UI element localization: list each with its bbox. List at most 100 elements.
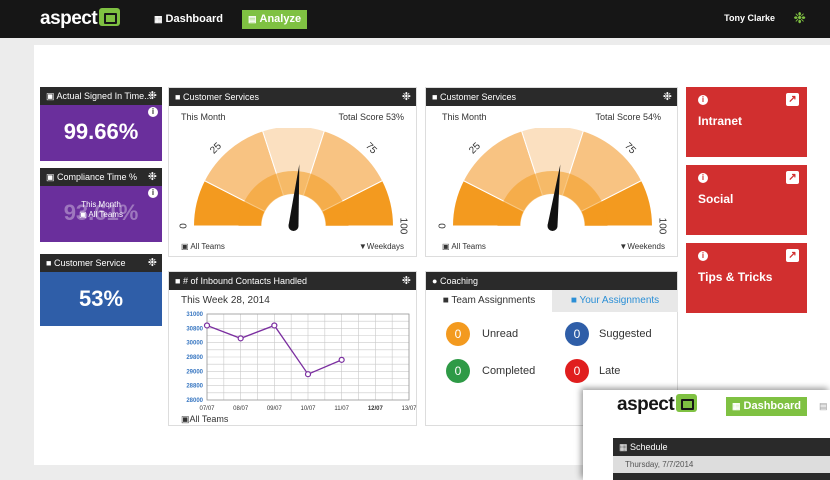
- gauge-needle-hub: [288, 221, 299, 231]
- gauge-total-score: Total Score 54%: [595, 112, 661, 122]
- gear-icon[interactable]: ❉: [402, 272, 411, 290]
- late-count[interactable]: 0: [565, 359, 589, 383]
- gear-icon[interactable]: ❉: [402, 88, 411, 106]
- kpi-customer-service[interactable]: ■ Customer Service ❉ 53%: [40, 254, 162, 326]
- tab-your-assignments[interactable]: ■ Your Assignments: [552, 290, 678, 312]
- x-tick-label: 13/07: [401, 406, 417, 412]
- completed-label[interactable]: Completed: [482, 365, 535, 377]
- kpi-value: 99.66%: [63, 119, 139, 144]
- info-icon[interactable]: i: [698, 173, 708, 183]
- gear-icon[interactable]: ❉: [663, 88, 672, 106]
- person-icon: ■: [46, 258, 52, 268]
- gauge-tile-2[interactable]: ■ Customer Services ❉ This Month Total Sc…: [425, 87, 678, 257]
- team-icon: ▣: [46, 91, 55, 101]
- y-tick-label: 31000: [186, 312, 203, 318]
- line-chart: 31000 30800 30000 29800 29000 28800 28000 07/07…: [186, 312, 417, 412]
- completed-count[interactable]: 0: [446, 359, 470, 383]
- data-point[interactable]: [237, 335, 244, 342]
- kpi-body: i 93.61% This Month ▣ All Teams: [40, 186, 162, 242]
- y-tick-label: 28000: [186, 398, 203, 404]
- overlay-window: aspect ▦ Dashboard ▤ ▦ Schedule Thursday,…: [583, 390, 830, 480]
- team-icon: ▣: [46, 172, 55, 182]
- kpi-overlay-period: This Month: [81, 200, 121, 209]
- info-icon[interactable]: i: [148, 188, 158, 198]
- tips-tricks-link-tile[interactable]: i ↗ Tips & Tricks: [686, 243, 807, 313]
- overlay-nav-dashboard[interactable]: ▦ Dashboard: [726, 397, 807, 416]
- user-name[interactable]: Tony Clarke: [724, 13, 775, 23]
- tips-tricks-label: Tips & Tricks: [698, 270, 773, 284]
- team-icon: ▣: [442, 242, 450, 251]
- external-link-icon[interactable]: ↗: [786, 171, 799, 184]
- analyze-icon: ▤: [248, 14, 257, 24]
- team-icon: ▣: [79, 210, 87, 219]
- gauge-team-filter[interactable]: ▣ All Teams: [181, 242, 225, 251]
- overlay-analyze-icon[interactable]: ▤: [819, 401, 828, 412]
- kpi-compliance-time[interactable]: ▣ Compliance Time % ❉ i 93.61% This Month…: [40, 168, 162, 242]
- gauge-tile-1[interactable]: ■ Customer Services ❉ This Month Total Sc…: [168, 87, 417, 257]
- y-tick-label: 30800: [186, 326, 203, 332]
- overlay-header: aspect ▦ Dashboard ▤: [583, 390, 830, 422]
- y-tick-label: 29000: [186, 369, 203, 375]
- team-icon: ▣: [181, 242, 189, 251]
- gauge-tick-label: 0: [179, 223, 190, 229]
- kpi-header: ▣ Actual Signed In Time... ❉: [40, 87, 162, 105]
- unread-label[interactable]: Unread: [482, 328, 518, 340]
- team-icon: ▣: [181, 414, 190, 424]
- person-icon: ■: [175, 92, 181, 102]
- x-tick-label: 12/07: [368, 406, 384, 412]
- data-point[interactable]: [338, 356, 345, 363]
- gauge-day-filter[interactable]: ▼Weekends: [619, 242, 665, 251]
- nav-analyze[interactable]: ▤ Analyze: [242, 10, 308, 29]
- schedule-body: [613, 473, 830, 480]
- info-icon[interactable]: i: [698, 95, 708, 105]
- gauge-needle-hub: [547, 221, 558, 231]
- suggested-count[interactable]: 0: [565, 322, 589, 346]
- filter-icon: ▼: [358, 242, 367, 251]
- intranet-link-tile[interactable]: i ↗ Intranet: [686, 87, 807, 157]
- overlay-aspect-logo[interactable]: aspect: [617, 394, 698, 416]
- gauge-team-filter[interactable]: ▣ All Teams: [442, 242, 486, 251]
- tab-team-assignments[interactable]: ■ Team Assignments: [426, 290, 552, 312]
- late-label[interactable]: Late: [599, 365, 620, 377]
- kpi-overlay-team: ▣ All Teams: [79, 210, 123, 219]
- gauge-chart: 0255075100: [179, 128, 409, 235]
- gauge-tick-label: 25: [208, 140, 224, 156]
- person-icon: ■: [442, 295, 449, 306]
- nav-dashboard[interactable]: ▦ Dashboard: [148, 10, 229, 29]
- inbound-contacts-tile[interactable]: ■ # of Inbound Contacts Handled ❉ This We…: [168, 271, 417, 426]
- data-point[interactable]: [203, 322, 211, 329]
- person-icon: ■: [175, 276, 181, 286]
- x-tick-label: 08/07: [233, 406, 249, 412]
- dashboard-icon: ▦: [154, 14, 163, 24]
- gear-icon[interactable]: ❉: [148, 168, 157, 186]
- gauge-header: ■ Customer Services ❉: [169, 88, 416, 106]
- info-icon[interactable]: i: [148, 107, 158, 117]
- data-point[interactable]: [271, 322, 278, 329]
- inbound-header: ■ # of Inbound Contacts Handled ❉: [169, 272, 416, 290]
- data-point[interactable]: [304, 371, 312, 378]
- inbound-team-filter[interactable]: ▣All Teams: [181, 414, 228, 425]
- suggested-label[interactable]: Suggested: [599, 328, 652, 340]
- y-tick-label: 30000: [186, 341, 203, 347]
- schedule-header: ▦ Schedule: [613, 438, 830, 456]
- gauge-tick-label: 75: [363, 141, 379, 157]
- person-icon: ■: [432, 92, 438, 102]
- gauge-day-filter[interactable]: ▼Weekdays: [359, 242, 404, 251]
- external-link-icon[interactable]: ↗: [786, 249, 799, 262]
- settings-gear-icon[interactable]: ❉: [793, 9, 806, 27]
- aspect-logo[interactable]: aspect: [40, 8, 121, 30]
- gauge-tick-label: 0: [438, 223, 449, 229]
- external-link-icon[interactable]: ↗: [786, 93, 799, 106]
- x-tick-label: 11/07: [334, 406, 349, 412]
- gauge-period: This Month: [181, 112, 226, 122]
- kpi-actual-signed-in[interactable]: ▣ Actual Signed In Time... ❉ i 99.66%: [40, 87, 162, 161]
- gear-icon[interactable]: ❉: [148, 87, 157, 105]
- gauge-period: This Month: [442, 112, 487, 122]
- unread-count[interactable]: 0: [446, 322, 470, 346]
- info-icon[interactable]: i: [698, 251, 708, 261]
- social-link-tile[interactable]: i ↗ Social: [686, 165, 807, 235]
- chat-icon: ●: [432, 276, 438, 286]
- intranet-label: Intranet: [698, 114, 743, 128]
- x-tick-label: 09/07: [267, 406, 283, 412]
- gear-icon[interactable]: ❉: [148, 254, 157, 272]
